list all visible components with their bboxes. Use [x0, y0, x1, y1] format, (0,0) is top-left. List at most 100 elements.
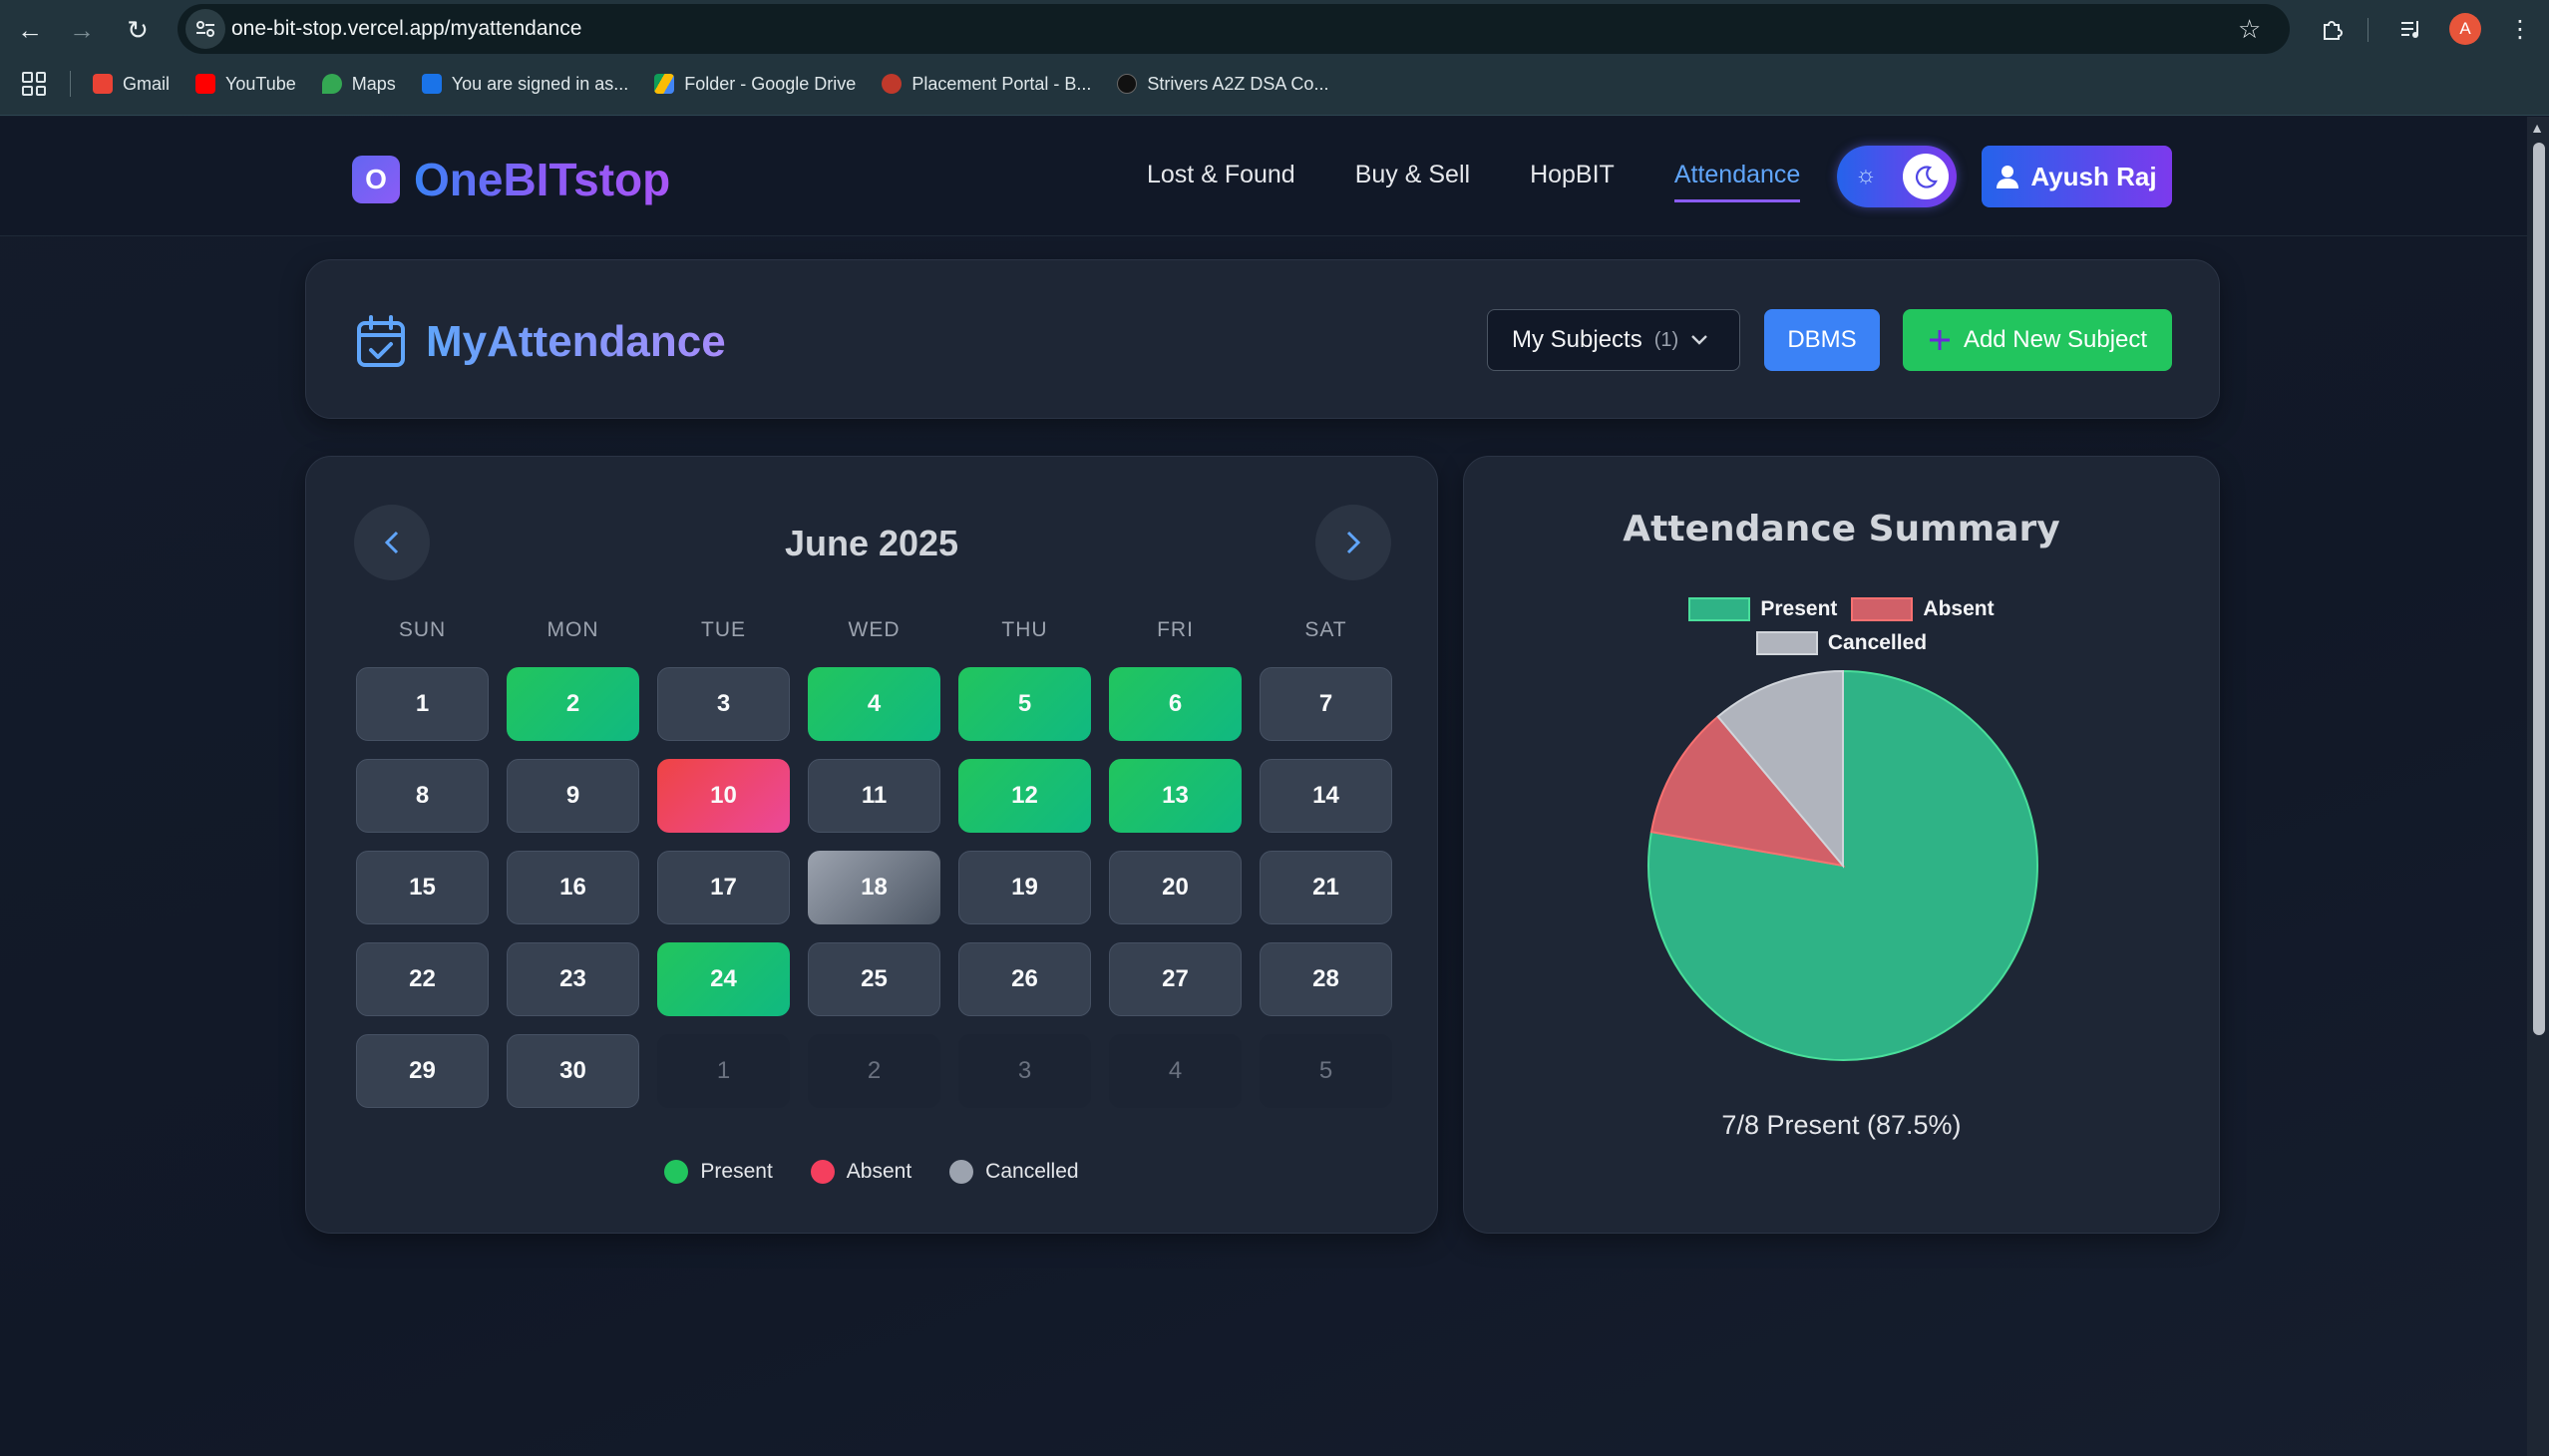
bookmark-gmail[interactable]: Gmail — [93, 74, 170, 95]
calendar-day-normal[interactable]: 15 — [356, 851, 489, 924]
chevron-right-icon — [1346, 531, 1361, 554]
calendar-day-normal[interactable]: 19 — [958, 851, 1091, 924]
calendar-day-present[interactable]: 6 — [1109, 667, 1242, 741]
sun-icon: ☼ — [1855, 162, 1877, 188]
calendar-day-present[interactable]: 5 — [958, 667, 1091, 741]
bookmark-youtube[interactable]: YouTube — [195, 74, 296, 95]
bookmark-placement-portal[interactable]: Placement Portal - B... — [882, 74, 1091, 95]
weekday-label: THU — [1001, 618, 1048, 641]
drive-icon — [654, 74, 675, 94]
calendar-day-normal[interactable]: 29 — [356, 1034, 489, 1108]
nav-lost-found[interactable]: Lost & Found — [1147, 161, 1295, 202]
add-subject-button[interactable]: Add New Subject — [1903, 309, 2172, 371]
bookmark-signed-in[interactable]: You are signed in as... — [421, 74, 628, 95]
calendar-day-outside: 5 — [1260, 1034, 1392, 1108]
calendar-day-normal[interactable]: 8 — [356, 759, 489, 833]
chevron-down-icon — [1691, 335, 1708, 345]
profile-avatar[interactable]: A — [2449, 13, 2481, 45]
pie-legend-present[interactable]: Present — [1688, 597, 1837, 621]
next-month-button[interactable] — [1315, 505, 1391, 580]
calendar-day-normal[interactable]: 23 — [507, 942, 639, 1016]
plus-icon — [1929, 330, 1950, 350]
calendar-day-normal[interactable]: 17 — [657, 851, 790, 924]
calendar-day-outside: 2 — [808, 1034, 940, 1108]
weekday-label: FRI — [1157, 618, 1194, 641]
pie-legend-label: Absent — [1923, 597, 1995, 620]
user-menu-button[interactable]: Ayush Raj — [1982, 146, 2172, 207]
attendance-toolbar-card: MyAttendance My Subjects (1) DBMS Add Ne… — [305, 259, 2220, 419]
bookmark-label: YouTube — [225, 73, 296, 94]
calendar-day-normal[interactable]: 11 — [808, 759, 940, 833]
youtube-icon — [195, 74, 216, 94]
calendar-day-normal[interactable]: 30 — [507, 1034, 639, 1108]
summary-title: Attendance Summary — [1623, 509, 2060, 549]
calendar-day-normal[interactable]: 16 — [507, 851, 639, 924]
calendar-day-cancelled[interactable]: 18 — [808, 851, 940, 924]
calendar-day-normal[interactable]: 25 — [808, 942, 940, 1016]
legend-label: Cancelled — [985, 1160, 1079, 1183]
bookmark-strivers[interactable]: Strivers A2Z DSA Co... — [1117, 74, 1328, 95]
browser-toolbar: ← → ↻ one-bit-stop.vercel.app/myattendan… — [0, 0, 2549, 116]
calendar-day-normal[interactable]: 22 — [356, 942, 489, 1016]
calendar-day-normal[interactable]: 7 — [1260, 667, 1392, 741]
site-settings-icon[interactable] — [185, 9, 225, 49]
bookmark-star-icon[interactable]: ☆ — [2238, 14, 2268, 44]
nav-hopbit[interactable]: HopBIT — [1530, 161, 1615, 202]
tuf-icon — [1117, 74, 1138, 94]
calendar-check-icon — [357, 315, 405, 367]
site-logo[interactable]: O OneBITstop — [352, 153, 670, 206]
bookmark-maps[interactable]: Maps — [321, 73, 396, 95]
legend-label: Absent — [846, 1160, 912, 1183]
add-subject-label: Add New Subject — [1963, 326, 2148, 353]
url-text[interactable]: one-bit-stop.vercel.app/myattendance — [231, 17, 581, 41]
pie-legend-absent[interactable]: Absent — [1851, 597, 1995, 621]
my-subjects-dropdown[interactable]: My Subjects (1) — [1487, 309, 1740, 371]
summary-caption: 7/8 Present (87.5%) — [1721, 1110, 1962, 1140]
scrollbar-thumb[interactable] — [2533, 143, 2545, 1035]
menu-kebab-icon[interactable]: ⋮ — [2503, 12, 2537, 46]
calendar-day-normal[interactable]: 28 — [1260, 942, 1392, 1016]
calendar-day-normal[interactable]: 26 — [958, 942, 1091, 1016]
attendance-pie-chart — [1647, 669, 2038, 1061]
calendar-day-present[interactable]: 4 — [808, 667, 940, 741]
apps-grid-icon[interactable] — [22, 72, 46, 96]
pie-legend-cancelled[interactable]: Cancelled — [1755, 631, 1927, 655]
subjects-count: (1) — [1653, 328, 1679, 351]
weekday-label: SAT — [1304, 618, 1347, 641]
weekday-label: SUN — [398, 618, 447, 641]
page-title-text: MyAttendance — [426, 317, 726, 366]
calendar-day-present[interactable]: 2 — [507, 667, 639, 741]
moon-icon — [1903, 154, 1949, 199]
calendar-day-normal[interactable]: 9 — [507, 759, 639, 833]
calendar-day-normal[interactable]: 21 — [1260, 851, 1392, 924]
back-icon[interactable]: ← — [10, 10, 50, 50]
theme-toggle[interactable]: ☼ — [1837, 146, 1957, 207]
calendar-day-present[interactable]: 13 — [1109, 759, 1242, 833]
calendar-day-normal[interactable]: 1 — [356, 667, 489, 741]
calendar-day-outside: 4 — [1109, 1034, 1242, 1108]
bookmark-label: Strivers A2Z DSA Co... — [1147, 73, 1329, 94]
calendar-day-outside: 3 — [958, 1034, 1091, 1108]
weekday-label: TUE — [701, 618, 746, 641]
calendar-day-normal[interactable]: 3 — [657, 667, 790, 741]
nav-buy-sell[interactable]: Buy & Sell — [1355, 161, 1470, 202]
extensions-icon[interactable] — [2316, 12, 2350, 46]
nav-attendance[interactable]: Attendance — [1673, 161, 1801, 202]
present-swatch — [1688, 597, 1751, 621]
calendar-day-normal[interactable]: 20 — [1109, 851, 1242, 924]
bookmark-label: Maps — [351, 73, 396, 94]
media-controls-icon[interactable] — [2394, 12, 2428, 46]
main-nav: Lost & Found Buy & Sell HopBIT Attendanc… — [1147, 161, 1801, 202]
calendar-day-absent[interactable]: 10 — [657, 759, 790, 833]
bookmark-label: Placement Portal - B... — [911, 73, 1092, 94]
calendar-day-present[interactable]: 12 — [958, 759, 1091, 833]
calendar-day-present[interactable]: 24 — [657, 942, 790, 1016]
scroll-up-arrow-icon[interactable]: ▲ — [2530, 120, 2544, 136]
calendar-day-normal[interactable]: 27 — [1109, 942, 1242, 1016]
reload-icon[interactable]: ↻ — [118, 10, 158, 50]
address-bar[interactable]: one-bit-stop.vercel.app/myattendance ☆ — [178, 4, 2290, 54]
subject-dbms-button[interactable]: DBMS — [1764, 309, 1880, 371]
forward-icon[interactable]: → — [62, 10, 102, 50]
bookmark-google-drive[interactable]: Folder - Google Drive — [654, 74, 856, 95]
calendar-day-normal[interactable]: 14 — [1260, 759, 1392, 833]
